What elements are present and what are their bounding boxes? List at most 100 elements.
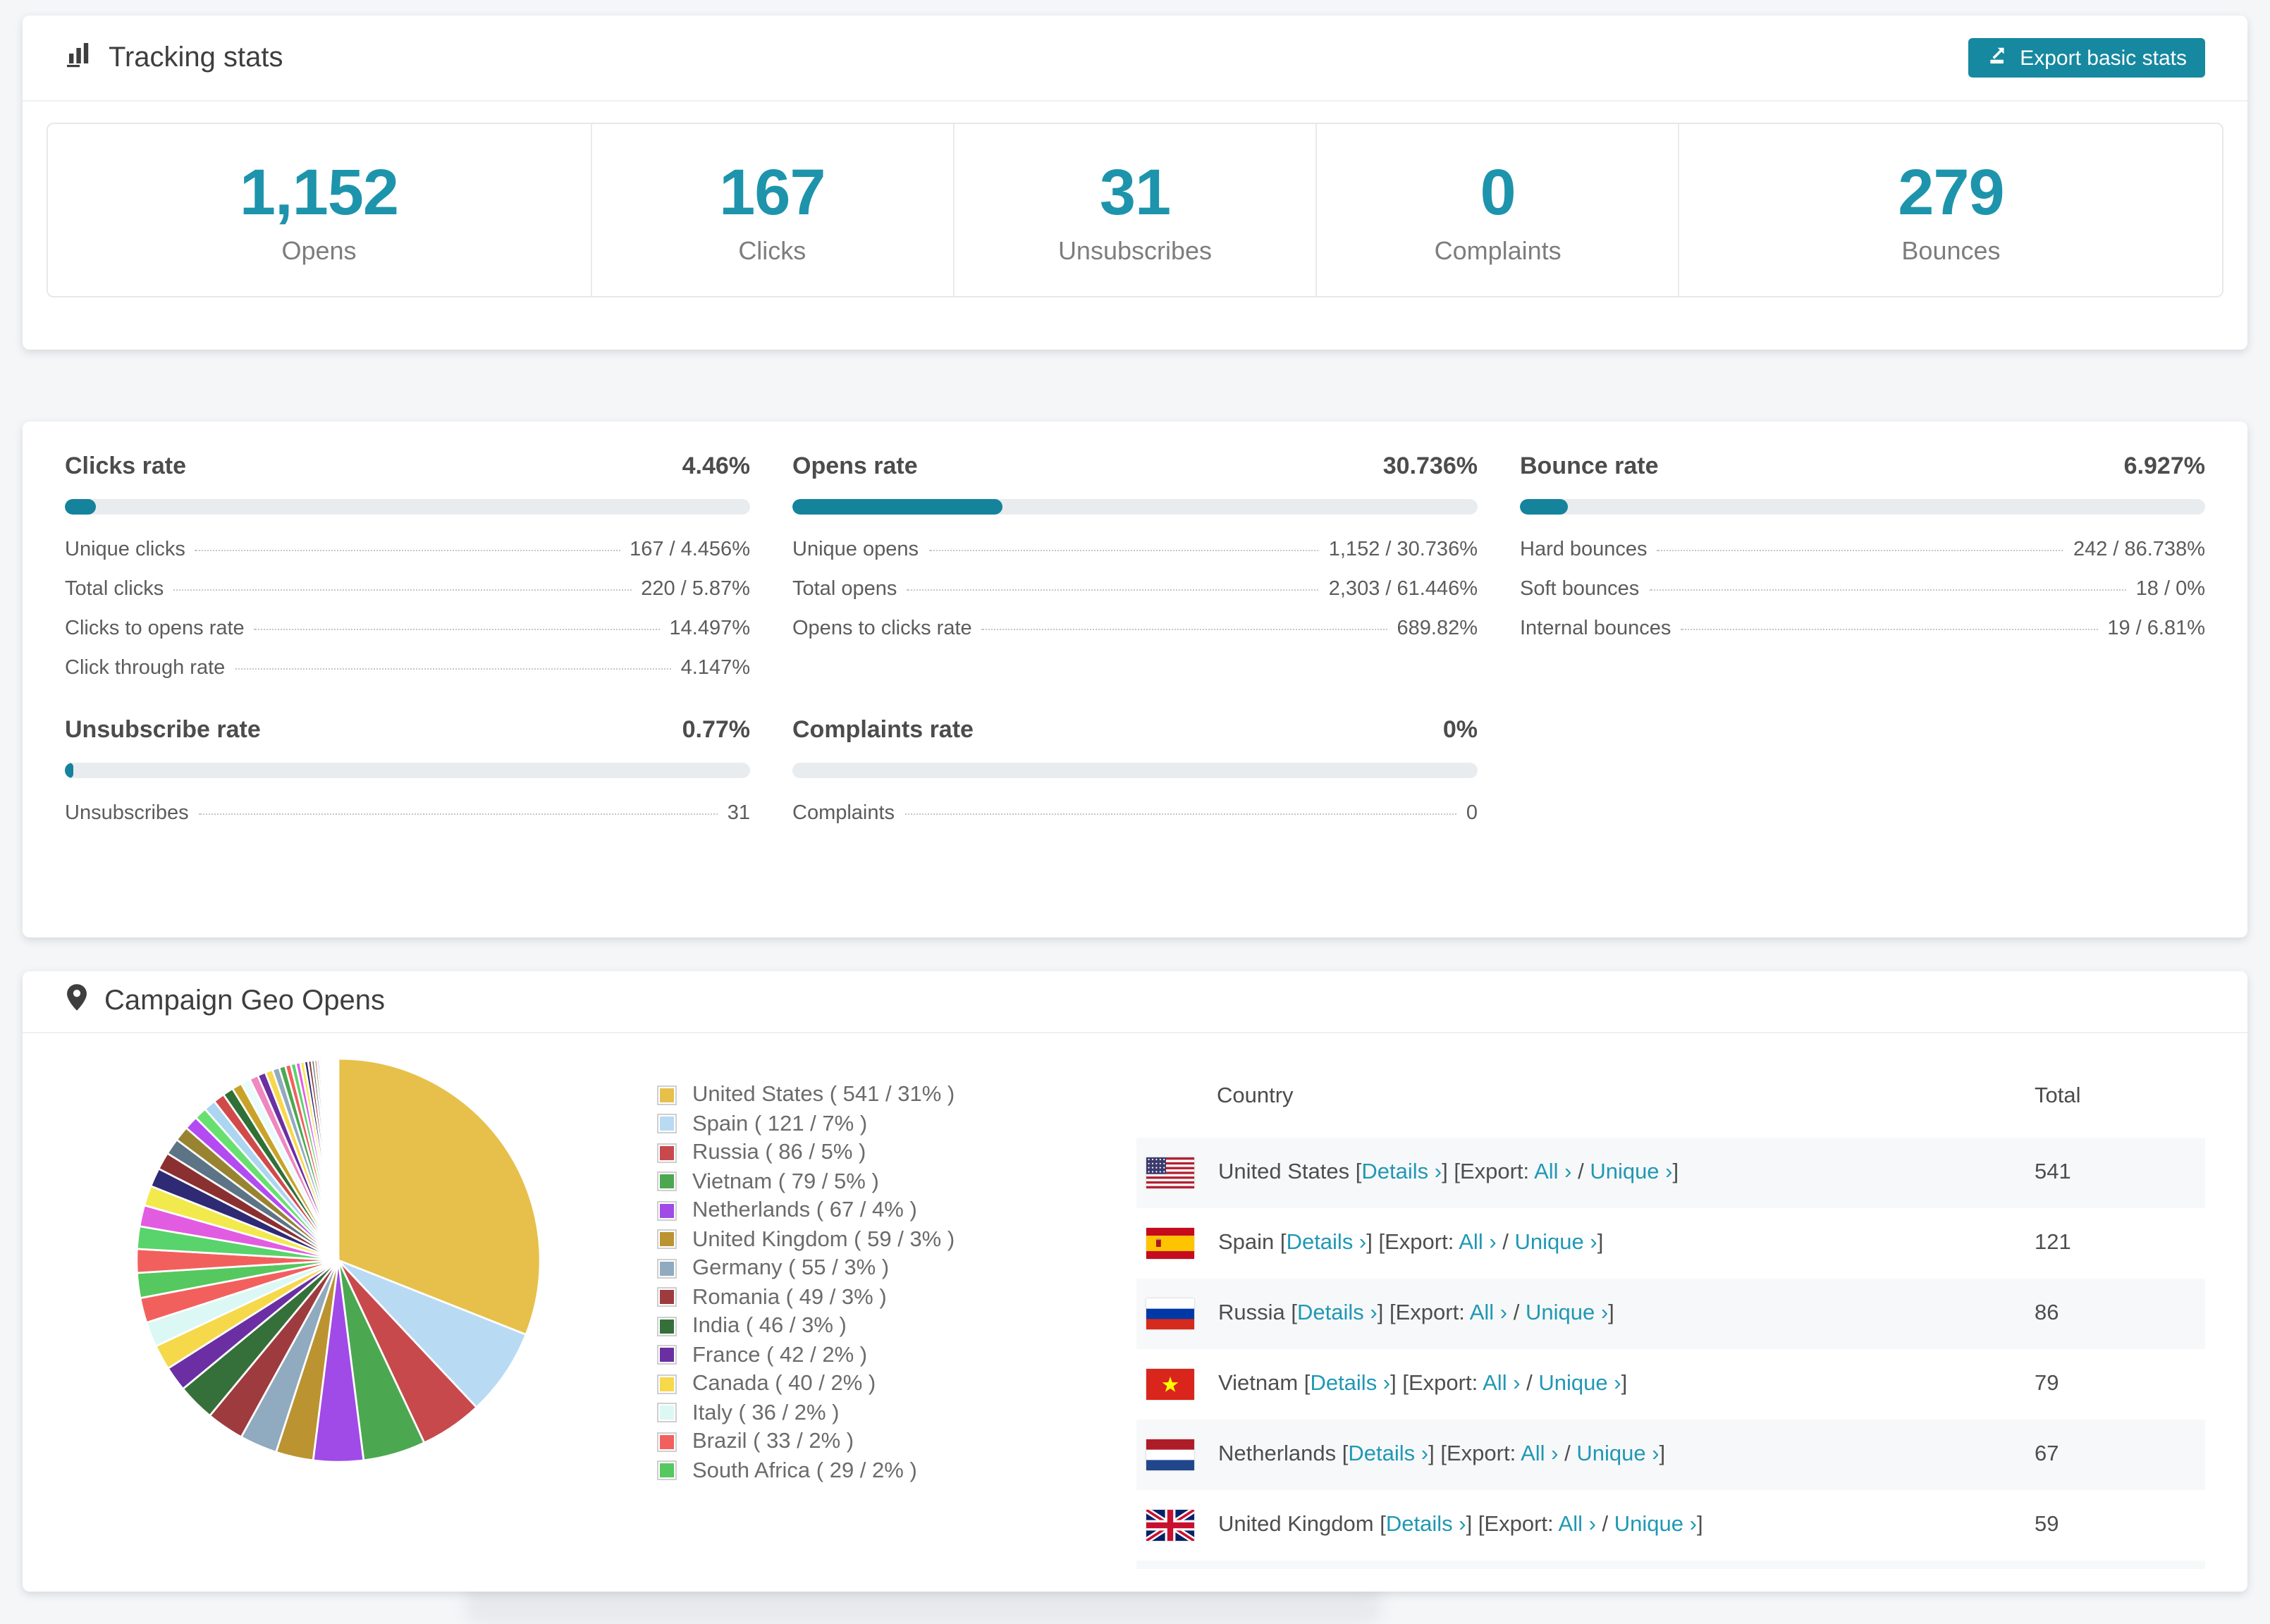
rate-row: Total opens 2,303 / 61.446% xyxy=(792,578,1478,601)
rate-row-label: Click through rate xyxy=(65,657,226,679)
export-unique-link[interactable]: Unique › xyxy=(1538,1372,1621,1396)
rate-row-value: 31 xyxy=(727,802,750,825)
export-all-link[interactable]: All › xyxy=(1521,1442,1558,1466)
stat-value: 31 xyxy=(1099,155,1171,228)
rate-row-value: 18 / 0% xyxy=(2135,578,2205,601)
table-row: Spain [Details ›] [Export: All › / Uniqu… xyxy=(1136,1208,2205,1279)
vn-flag-icon xyxy=(1146,1369,1194,1400)
country-name: Vietnam xyxy=(1218,1372,1299,1396)
export-unique-link[interactable]: Unique › xyxy=(1590,1160,1672,1184)
rate-value: 0.77% xyxy=(682,716,750,743)
rate-value: 0% xyxy=(1442,716,1478,743)
legend-swatch xyxy=(657,1200,677,1220)
stats-box: 1,152 Opens 167 Clicks 31 Unsubscribes 0… xyxy=(47,123,2223,297)
dotted-leader xyxy=(198,813,718,815)
stat-value: 167 xyxy=(719,155,826,228)
stat-label: Complaints xyxy=(1434,237,1562,265)
stat-label: Opens xyxy=(281,237,357,265)
export-unique-link[interactable]: Unique › xyxy=(1526,1301,1608,1325)
details-link[interactable]: Details › xyxy=(1297,1301,1378,1325)
details-link[interactable]: Details › xyxy=(1361,1160,1442,1184)
page-title: Tracking stats xyxy=(109,42,283,73)
geo-pie-chart xyxy=(65,1056,657,1569)
dashboard-page: Tracking stats Export basic stats 1,152 … xyxy=(0,0,2270,1624)
rate-row-value: 242 / 86.738% xyxy=(2073,539,2205,561)
legend-item: Vietnam ( 79 / 5% ) xyxy=(657,1169,1136,1193)
rates-grid: Clicks rate 4.46% Unique clicks 167 / 4.… xyxy=(23,422,2247,825)
dotted-leader xyxy=(907,589,1319,591)
geo-title-wrap: Campaign Geo Opens xyxy=(65,983,385,1021)
country-total: 55 xyxy=(2009,1561,2205,1569)
rate-rows: Unique clicks 167 / 4.456% Total clicks … xyxy=(65,539,750,679)
rate-row: Complaints 0 xyxy=(792,802,1478,825)
legend-item: Canada ( 40 / 2% ) xyxy=(657,1372,1136,1396)
geo-body: United States ( 541 / 31% ) Spain ( 121 … xyxy=(23,1033,2247,1569)
details-link[interactable]: Details › xyxy=(1348,1442,1428,1466)
country-total: 86 xyxy=(2035,1301,2059,1325)
export-all-link[interactable]: All › xyxy=(1483,1372,1520,1396)
table-row: Vietnam [Details ›] [Export: All › / Uni… xyxy=(1136,1349,2205,1420)
legend-item: Russia ( 86 / 5% ) xyxy=(657,1140,1136,1164)
export-unique-link[interactable]: Unique › xyxy=(1614,1513,1697,1537)
legend-label: Netherlands ( 67 / 4% ) xyxy=(692,1198,917,1222)
rate-row-label: Total opens xyxy=(792,578,897,601)
legend-label: Russia ( 86 / 5% ) xyxy=(692,1140,866,1164)
rate-head: Bounce rate 6.927% xyxy=(1520,453,2205,481)
country-text: Vietnam [Details ›] [Export: All › / Uni… xyxy=(1218,1372,1628,1396)
legend-item: France ( 42 / 2% ) xyxy=(657,1344,1136,1366)
legend-label: Romania ( 49 / 3% ) xyxy=(692,1285,887,1309)
export-icon xyxy=(1986,44,2008,72)
rate-row-value: 14.497% xyxy=(669,617,751,640)
progress-bar-fill xyxy=(65,499,96,515)
rate-value: 4.46% xyxy=(682,453,750,479)
export-unique-link[interactable]: Unique › xyxy=(1515,1231,1597,1255)
table-row: Russia [Details ›] [Export: All › / Uniq… xyxy=(1136,1279,2205,1349)
legend-swatch xyxy=(657,1403,677,1422)
country-text: Netherlands [Details ›] [Export: All › /… xyxy=(1218,1442,1666,1466)
rate-row-label: Soft bounces xyxy=(1520,578,1640,601)
details-link[interactable]: Details › xyxy=(1310,1372,1390,1396)
legend-swatch xyxy=(657,1229,677,1249)
export-unique-link[interactable]: Unique › xyxy=(1576,1442,1659,1466)
tracking-stats-header: Tracking stats Export basic stats xyxy=(23,16,2247,102)
rate-row-label: Unsubscribes xyxy=(65,802,189,825)
details-link[interactable]: Details › xyxy=(1386,1513,1466,1537)
geo-table: Country Total United States [Details ›] … xyxy=(1136,1056,2205,1569)
legend-label: Vietnam ( 79 / 5% ) xyxy=(692,1169,879,1193)
country-total: 541 xyxy=(2035,1160,2071,1184)
rate-rows: Unsubscribes 31 xyxy=(65,802,750,825)
export-all-link[interactable]: All › xyxy=(1470,1301,1507,1325)
stat-value: 0 xyxy=(1480,155,1516,228)
country-name: Russia xyxy=(1218,1301,1285,1325)
legend-swatch xyxy=(657,1171,677,1191)
legend-label: India ( 46 / 3% ) xyxy=(692,1314,847,1338)
export-all-link[interactable]: All › xyxy=(1559,1513,1596,1537)
rate-row-label: Clicks to opens rate xyxy=(65,617,245,640)
clicks-rate-section: Clicks rate 4.46% Unique clicks 167 / 4.… xyxy=(65,453,750,679)
rate-rows: Complaints 0 xyxy=(792,802,1478,825)
export-all-link[interactable]: All › xyxy=(1459,1231,1496,1255)
rate-value: 6.927% xyxy=(2123,453,2205,479)
rate-row-label: Unique clicks xyxy=(65,539,185,561)
legend-item: United Kingdom ( 59 / 3% ) xyxy=(657,1229,1136,1250)
dotted-leader xyxy=(1649,589,2126,591)
rate-head: Clicks rate 4.46% xyxy=(65,453,750,481)
country-total: 59 xyxy=(2035,1513,2059,1537)
legend-label: Italy ( 36 / 2% ) xyxy=(692,1401,840,1425)
legend-item: Spain ( 121 / 7% ) xyxy=(657,1113,1136,1135)
dotted-leader xyxy=(195,550,620,551)
rate-rows: Unique opens 1,152 / 30.736% Total opens… xyxy=(792,539,1478,640)
legend-swatch xyxy=(657,1143,677,1162)
export-basic-stats-button[interactable]: Export basic stats xyxy=(1968,38,2205,78)
legend-swatch xyxy=(657,1316,677,1336)
opens-rate-section: Opens rate 30.736% Unique opens 1,152 / … xyxy=(792,453,1478,679)
legend-label: Canada ( 40 / 2% ) xyxy=(692,1372,876,1396)
rate-row-value: 689.82% xyxy=(1397,617,1478,640)
details-link[interactable]: Details › xyxy=(1287,1231,1367,1255)
rate-row-value: 167 / 4.456% xyxy=(630,539,750,561)
legend-item: Netherlands ( 67 / 4% ) xyxy=(657,1198,1136,1222)
progress-bar-fill xyxy=(792,499,1003,515)
export-prefix: Export: xyxy=(1459,1160,1530,1184)
geo-table-wrap: Country Total United States [Details ›] … xyxy=(1136,1056,2205,1569)
export-all-link[interactable]: All › xyxy=(1534,1160,1571,1184)
